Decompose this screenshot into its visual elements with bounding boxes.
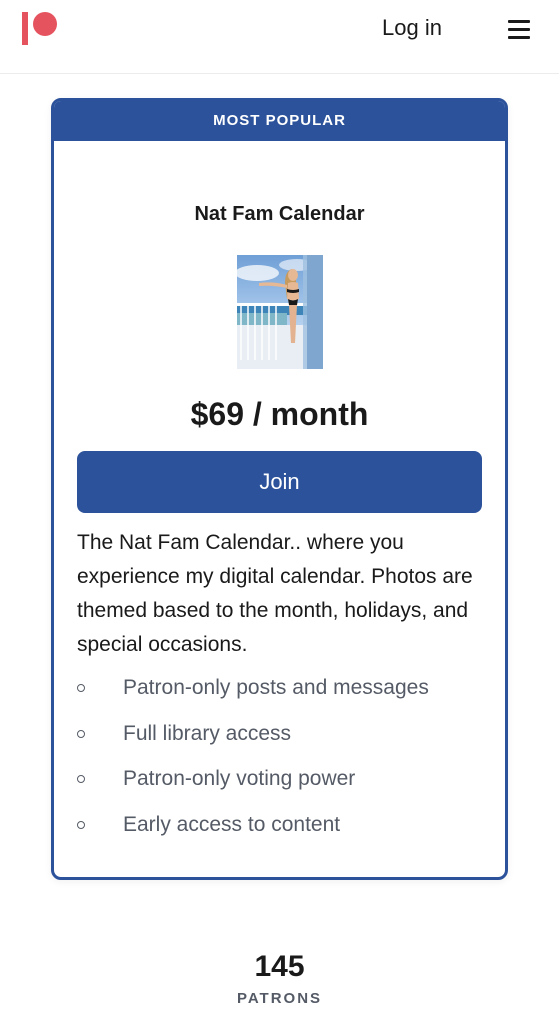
bullet-icon xyxy=(77,820,85,829)
benefits-list: Patron-only posts and messages Full libr… xyxy=(77,673,487,855)
benefit-label: Patron-only posts and messages xyxy=(123,676,429,699)
tier-photo xyxy=(237,255,323,369)
patreon-logo-icon[interactable] xyxy=(22,12,62,46)
benefit-label: Patron-only voting power xyxy=(123,767,356,790)
tier-description: The Nat Fam Calendar.. where you experie… xyxy=(77,531,473,656)
tier-title: Nat Fam Calendar xyxy=(194,203,365,225)
benefit-item: Full library access xyxy=(77,719,487,765)
logo-circle xyxy=(33,12,57,36)
top-nav-bar: Log in xyxy=(0,0,559,74)
most-popular-banner: MOST POPULAR xyxy=(54,101,505,141)
benefit-item: Patron-only voting power xyxy=(77,764,487,810)
join-button[interactable]: Join xyxy=(77,451,482,513)
login-link[interactable]: Log in xyxy=(382,15,442,41)
hamburger-menu-icon[interactable] xyxy=(508,20,530,39)
bullet-icon xyxy=(77,775,85,783)
benefit-item: Patron-only posts and messages xyxy=(77,673,487,719)
bullet-icon xyxy=(77,684,85,692)
patrons-stat: 145 PATRONS xyxy=(0,950,559,1007)
benefit-item: Early access to content xyxy=(77,810,487,856)
tier-price: $69 / month xyxy=(190,396,369,432)
patrons-count: 145 xyxy=(254,950,305,983)
patrons-label: PATRONS xyxy=(236,990,323,1007)
logo-bar xyxy=(22,12,28,45)
benefit-label: Early access to content xyxy=(123,812,341,836)
tier-card: MOST POPULAR Nat Fam Calendar $69 / mont… xyxy=(51,98,508,880)
benefit-label: Full library access xyxy=(123,721,292,745)
bullet-icon xyxy=(77,729,85,738)
